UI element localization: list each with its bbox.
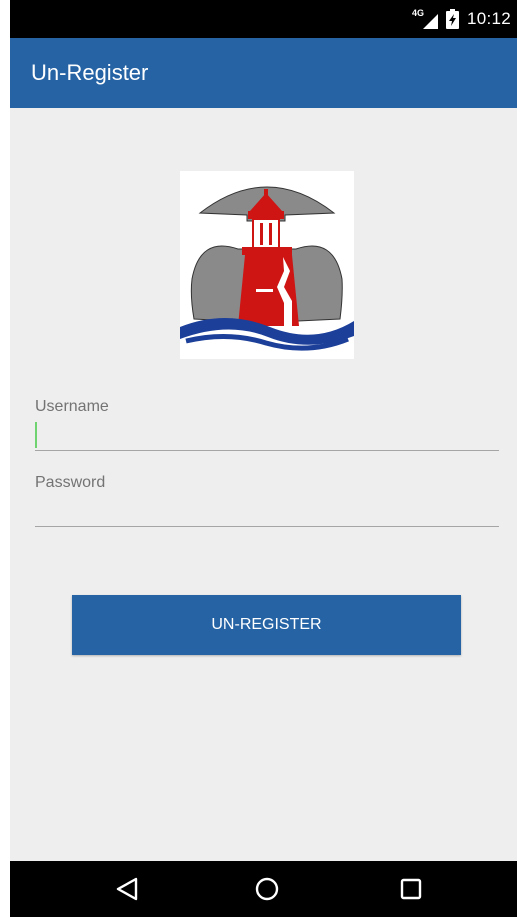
- text-cursor: [35, 422, 37, 448]
- username-input[interactable]: [35, 420, 499, 451]
- clock: 10:12: [466, 9, 511, 28]
- username-label: Username: [35, 398, 109, 415]
- signal-bars-icon: [422, 14, 438, 29]
- status-icons: 4G 10:12: [412, 0, 511, 38]
- status-bar: 4G 10:12: [10, 0, 517, 38]
- page-title: Un-Register: [31, 60, 149, 85]
- navigation-bar: [10, 861, 517, 917]
- password-field: Password: [35, 474, 499, 527]
- username-field: Username: [35, 398, 499, 451]
- lighthouse-logo-icon: [180, 186, 354, 351]
- app-logo: [180, 171, 354, 359]
- recents-icon[interactable]: [398, 875, 424, 903]
- phone-screen: 4G 10:12 Un-Register Username Password U…: [10, 0, 517, 917]
- password-label: Password: [35, 474, 106, 491]
- app-bar: Un-Register: [10, 38, 517, 108]
- back-icon[interactable]: [114, 875, 140, 903]
- home-icon[interactable]: [254, 875, 280, 903]
- un-register-button[interactable]: UN-REGISTER: [72, 595, 461, 655]
- password-input[interactable]: [35, 496, 499, 527]
- battery-icon: [445, 9, 459, 29]
- signal-icon: 4G: [412, 8, 438, 30]
